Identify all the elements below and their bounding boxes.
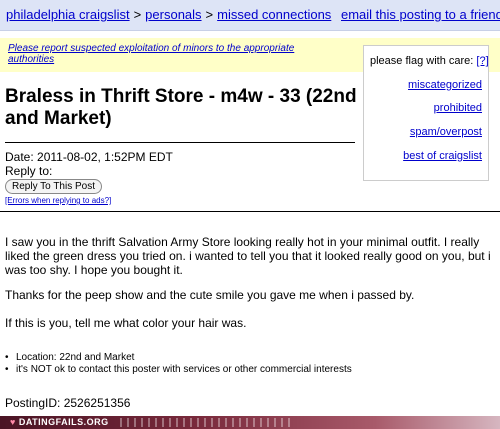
no-solicitation-item: it's NOT ok to contact this poster with … <box>5 364 352 376</box>
post-body-paragraph: Thanks for the peep show and the cute sm… <box>5 288 415 302</box>
breadcrumb-bar: philadelphia craigslist > personals > missed… <box>0 0 500 31</box>
datingfails-logo: ♥ DATINGFAILS.ORG <box>10 416 109 429</box>
decorative-stripes <box>120 418 290 427</box>
post-body-paragraph: I saw you in the thrift Salvation Army S… <box>5 235 491 277</box>
flag-box-title-text: please flag with care: <box>370 55 474 67</box>
post-body-paragraph: If this is you, tell me what color your … <box>5 316 247 330</box>
post-date: Date: 2011-08-02, 1:52PM EDT <box>5 150 173 164</box>
flag-best-of-craigslist-link[interactable]: best of craigslist <box>403 150 482 162</box>
reply-to-label: Reply to: <box>5 164 53 178</box>
report-exploitation-link[interactable]: Please report suspected exploitation of … <box>8 43 338 65</box>
flag-help-link[interactable]: [?] <box>476 55 488 67</box>
breadcrumb-separator: > <box>205 7 214 22</box>
title-divider <box>5 142 355 143</box>
flag-prohibited-link[interactable]: prohibited <box>434 102 482 114</box>
flag-spam-overpost-link[interactable]: spam/overpost <box>410 126 482 138</box>
post-title: Braless in Thrift Store - m4w - 33 (22nd… <box>5 86 357 129</box>
heart-icon: ♥ <box>10 417 16 427</box>
breadcrumb-missed-connections-link[interactable]: missed connections <box>217 7 331 22</box>
post-attributes-list: Location: 22nd and Market it's NOT ok to… <box>5 352 352 376</box>
reply-to-post-button[interactable]: Reply To This Post <box>5 179 103 194</box>
datingfails-logo-text: DATINGFAILS.ORG <box>18 417 109 427</box>
location-item: Location: 22nd and Market <box>5 352 352 364</box>
flag-box-title: please flag with care: [?] <box>370 55 489 67</box>
flag-miscategorized-link[interactable]: miscategorized <box>408 79 482 91</box>
breadcrumb-personals-link[interactable]: personals <box>145 7 201 22</box>
body-divider <box>0 211 500 212</box>
errors-replying-link[interactable]: [Errors when replying to ads?] <box>5 196 111 205</box>
posting-id: PostingID: 2526251356 <box>5 396 131 410</box>
breadcrumb: philadelphia craigslist > personals > missed… <box>6 0 331 30</box>
breadcrumb-site-link[interactable]: philadelphia craigslist <box>6 7 130 22</box>
watermark-footer: ♥ DATINGFAILS.ORG <box>0 416 500 429</box>
breadcrumb-separator: > <box>133 7 142 22</box>
flag-box: please flag with care: [?] miscategorize… <box>363 45 489 181</box>
email-posting-link[interactable]: email this posting to a friend <box>341 0 500 30</box>
